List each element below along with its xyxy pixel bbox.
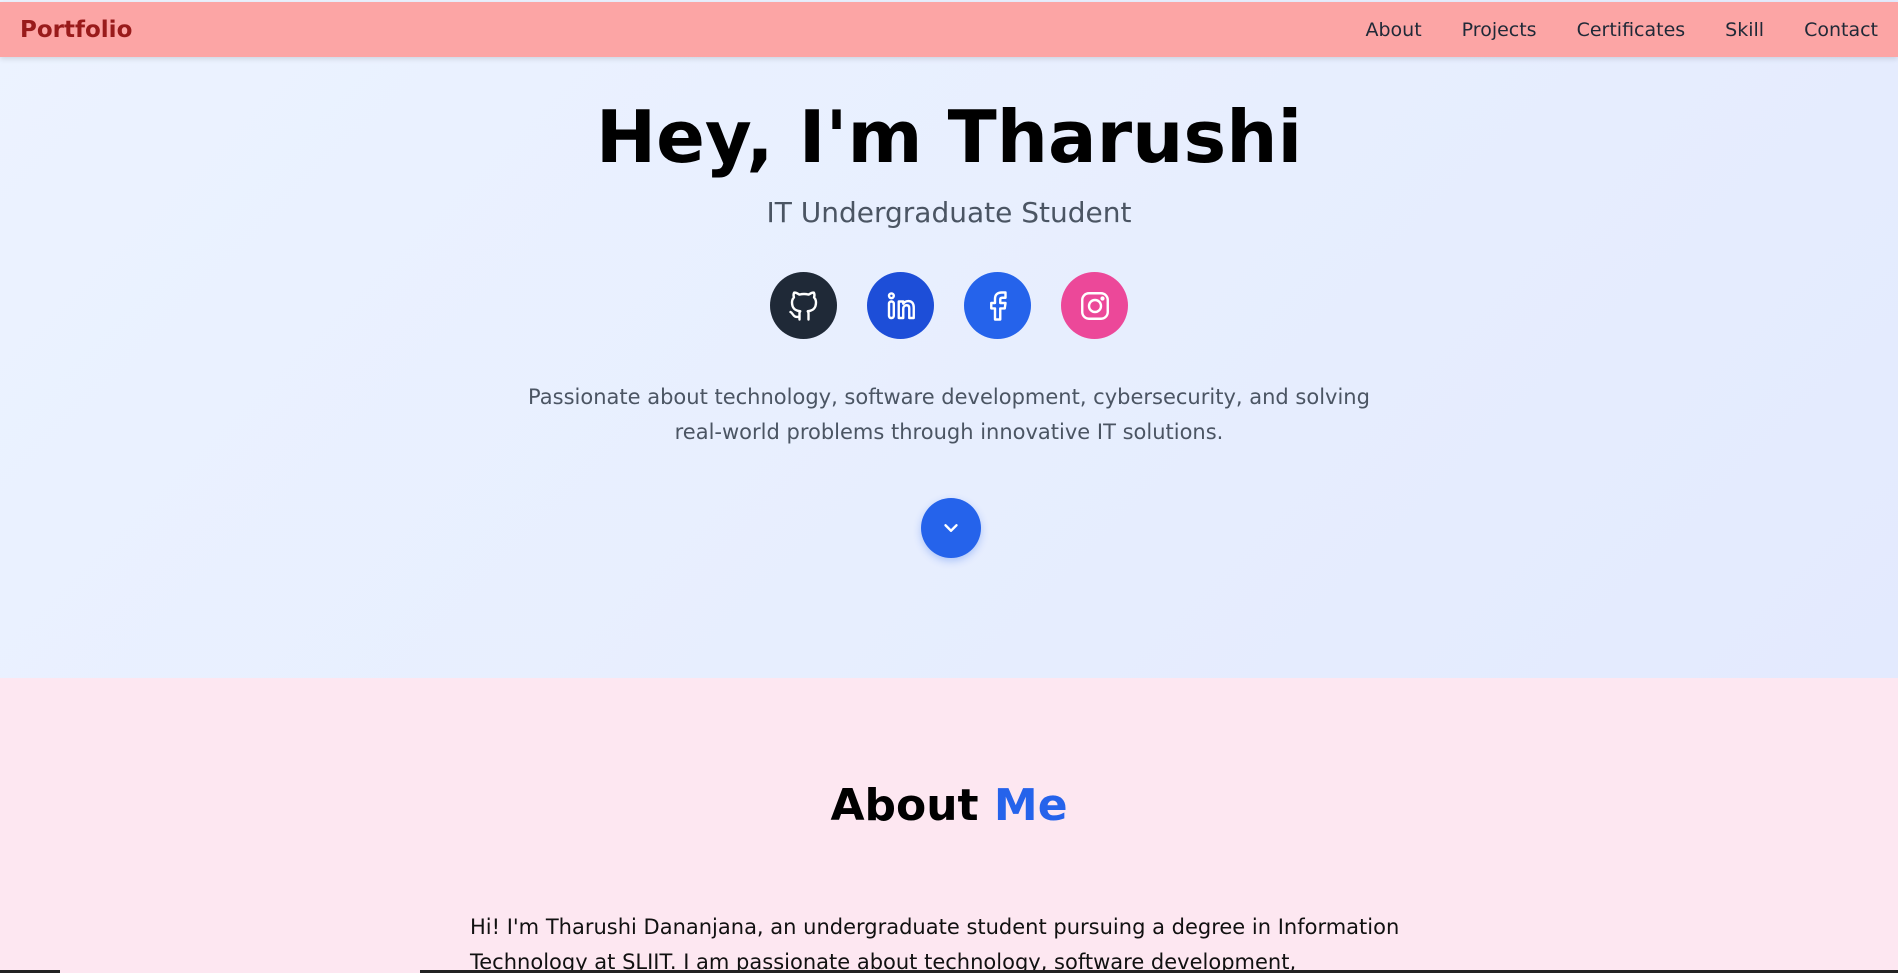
instagram-icon xyxy=(1080,291,1109,320)
social-links xyxy=(0,272,1898,339)
about-title-main: About xyxy=(830,780,979,831)
hero-section: Hey, I'm Tharushi IT Undergraduate Stude… xyxy=(0,0,1898,678)
navbar: Portfolio About Projects Certificates Sk… xyxy=(0,2,1898,57)
hero-description: Passionate about technology, software de… xyxy=(528,385,1370,444)
about-title: About Me xyxy=(0,780,1898,831)
linkedin-icon xyxy=(887,291,915,319)
nav-links: About Projects Certificates Skill Contac… xyxy=(1365,19,1878,41)
about-text: Hi! I'm Tharushi Dananjana, an undergrad… xyxy=(470,915,1400,973)
github-icon xyxy=(788,290,817,321)
nav-link-contact[interactable]: Contact xyxy=(1804,19,1878,41)
nav-link-certificates[interactable]: Certificates xyxy=(1577,19,1686,41)
nav-link-skill[interactable]: Skill xyxy=(1725,19,1764,41)
brand-logo[interactable]: Portfolio xyxy=(20,17,132,43)
hero-subtitle: IT Undergraduate Student xyxy=(766,196,1132,229)
instagram-link[interactable] xyxy=(1061,272,1128,339)
about-section: About Me Hi! I'm Tharushi Dananjana, an … xyxy=(0,678,1898,973)
about-title-accent: Me xyxy=(993,780,1068,831)
facebook-icon xyxy=(989,290,1007,321)
scroll-down-button[interactable] xyxy=(921,498,981,558)
hero-title: Hey, I'm Tharushi xyxy=(595,95,1303,179)
nav-link-about[interactable]: About xyxy=(1365,19,1421,41)
chevron-down-icon xyxy=(944,524,958,532)
linkedin-link[interactable] xyxy=(867,272,934,339)
facebook-link[interactable] xyxy=(964,272,1031,339)
github-link[interactable] xyxy=(770,272,837,339)
nav-link-projects[interactable]: Projects xyxy=(1462,19,1537,41)
